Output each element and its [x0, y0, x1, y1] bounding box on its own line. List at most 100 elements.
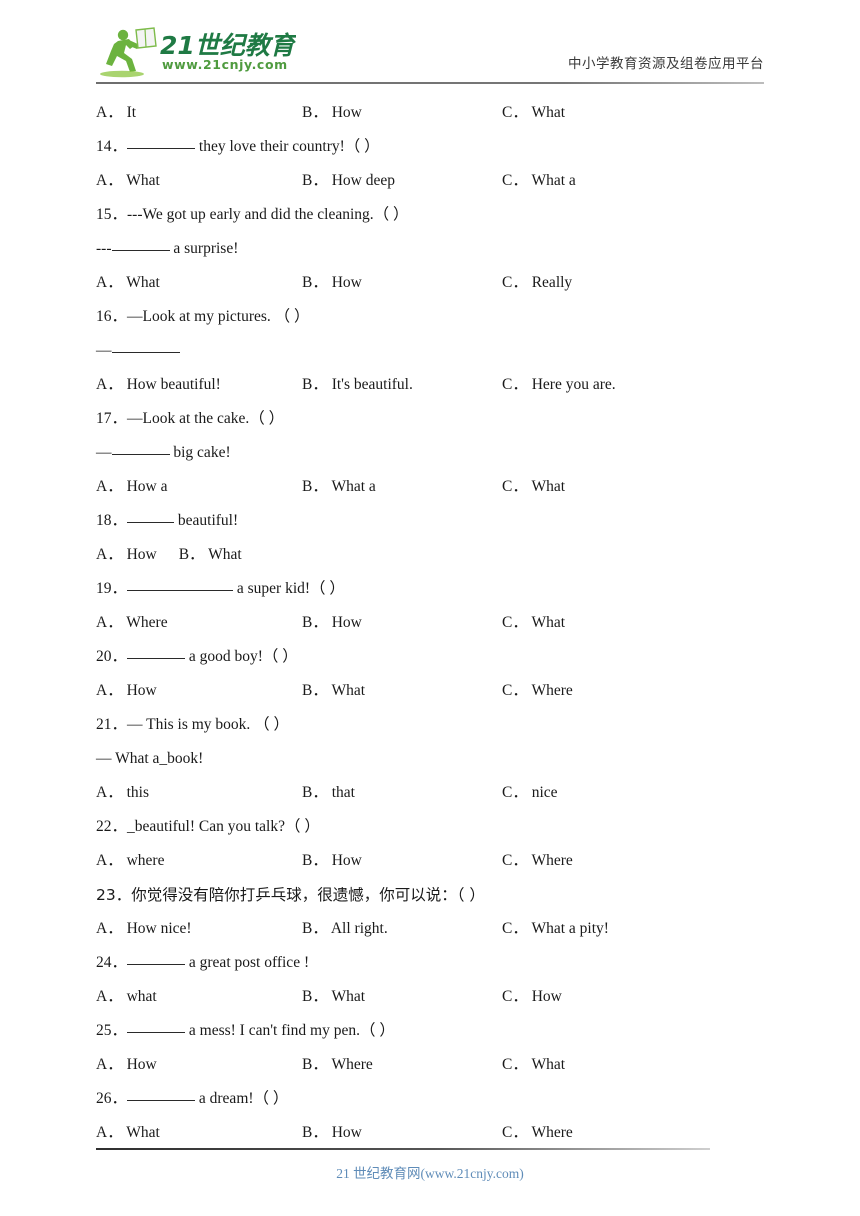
- option-choice[interactable]: A． How: [96, 538, 157, 572]
- option-choice[interactable]: B． How deep: [302, 164, 395, 198]
- option-choice[interactable]: C． What: [502, 1048, 565, 1082]
- option-choice[interactable]: A． where: [96, 844, 164, 878]
- option-choice[interactable]: C． What a pity!: [502, 912, 609, 946]
- option-letter: B．: [302, 784, 328, 801]
- question-number: —: [96, 342, 112, 359]
- option-choice[interactable]: B． What: [302, 980, 365, 1014]
- option-text: How: [327, 852, 362, 869]
- option-letter: A．: [96, 376, 123, 393]
- question-line: 16．—Look at my pictures. （ ）: [96, 300, 768, 334]
- option-text: What: [527, 478, 566, 495]
- option-letter: B．: [302, 478, 328, 495]
- option-choice[interactable]: B． What: [179, 538, 242, 572]
- option-choice[interactable]: B． How: [302, 1116, 362, 1150]
- option-choice[interactable]: B． What: [302, 674, 365, 708]
- option-letter: C．: [502, 614, 528, 631]
- option-choice[interactable]: A． It: [96, 96, 136, 130]
- option-choice[interactable]: C． nice: [502, 776, 558, 810]
- question-text: big cake!: [169, 444, 231, 461]
- option-letter: A．: [96, 172, 123, 189]
- answer-blank[interactable]: [127, 951, 186, 965]
- logo-graphic: 21世纪教育 www.21cnjy.com: [100, 27, 296, 78]
- logo-brand-text: 21世纪教育: [160, 31, 296, 60]
- option-choice[interactable]: C． What: [502, 96, 565, 130]
- answer-blank[interactable]: [111, 441, 170, 455]
- option-choice[interactable]: A． Where: [96, 606, 168, 640]
- option-choice[interactable]: C． Where: [502, 844, 573, 878]
- option-letter: B．: [302, 172, 328, 189]
- option-choice[interactable]: C． Here you are.: [502, 368, 616, 402]
- document-page: 21世纪教育 www.21cnjy.com 中小学教育资源及组卷应用平台 A． …: [0, 0, 860, 1216]
- option-letter: B．: [302, 988, 328, 1005]
- question-line: 26． a dream!（ ）: [96, 1082, 768, 1116]
- option-choice[interactable]: C． What: [502, 606, 565, 640]
- option-choice[interactable]: B． How: [302, 266, 362, 300]
- option-text: where: [122, 852, 165, 869]
- option-letter: C．: [502, 1124, 528, 1141]
- option-choice[interactable]: A． How beautiful!: [96, 368, 221, 402]
- option-choice[interactable]: A． What: [96, 164, 160, 198]
- option-choice[interactable]: C． Where: [502, 1116, 573, 1150]
- option-row: A． It B． How C． What: [96, 96, 768, 130]
- option-text: What: [122, 1124, 160, 1141]
- option-row: A． How a B． What a C． What: [96, 470, 768, 504]
- answer-blank[interactable]: [127, 1019, 186, 1033]
- option-text: What: [327, 682, 366, 699]
- option-row: A． Where B． How C． What: [96, 606, 768, 640]
- answer-blank[interactable]: [111, 237, 170, 251]
- question-text: a dream!（ ）: [195, 1090, 289, 1107]
- option-choice[interactable]: A． What: [96, 266, 160, 300]
- option-letter: B．: [302, 274, 328, 291]
- option-choice[interactable]: B． How: [302, 606, 362, 640]
- site-logo: 21世纪教育 www.21cnjy.com: [96, 26, 296, 78]
- answer-blank[interactable]: [127, 645, 186, 659]
- option-text: Where: [122, 614, 168, 631]
- option-choice[interactable]: B． How: [302, 96, 362, 130]
- option-letter: B．: [302, 1056, 328, 1073]
- logo-url-text: www.21cnjy.com: [162, 57, 288, 72]
- option-text: Really: [527, 274, 573, 291]
- question-text: a good boy!（ ）: [185, 648, 298, 665]
- answer-blank[interactable]: [127, 135, 196, 149]
- option-text: What a: [327, 478, 376, 495]
- option-choice[interactable]: A． What: [96, 1116, 160, 1150]
- footer-credit: 21 世纪教育网(www.21cnjy.com): [336, 1166, 524, 1181]
- answer-blank[interactable]: [127, 509, 175, 523]
- option-letter: A．: [96, 784, 123, 801]
- option-text: It's beautiful.: [327, 376, 413, 393]
- answer-blank[interactable]: [127, 1087, 196, 1101]
- question-text: beautiful!: [174, 512, 239, 529]
- option-text: Where: [527, 852, 573, 869]
- question-line: 21．— This is my book. （ ）: [96, 708, 768, 742]
- answer-blank[interactable]: [127, 577, 234, 591]
- option-choice[interactable]: C． Where: [502, 674, 573, 708]
- option-choice[interactable]: B． How: [302, 844, 362, 878]
- answer-blank[interactable]: [111, 339, 180, 353]
- option-row: A． What B． How deep C． What a: [96, 164, 768, 198]
- option-choice[interactable]: B． What a: [302, 470, 376, 504]
- option-choice[interactable]: C． How: [502, 980, 562, 1014]
- option-choice[interactable]: A． How: [96, 1048, 157, 1082]
- option-letter: A．: [96, 988, 123, 1005]
- option-text: It: [122, 104, 137, 121]
- option-text: that: [327, 784, 355, 801]
- option-choice[interactable]: A． this: [96, 776, 149, 810]
- question-line: 20． a good boy!（ ）: [96, 640, 768, 674]
- option-row: A． How B． Where C． What: [96, 1048, 768, 1082]
- option-letter: C．: [502, 784, 528, 801]
- option-choice[interactable]: C． What: [502, 470, 565, 504]
- option-choice[interactable]: A． How: [96, 674, 157, 708]
- option-choice[interactable]: C． What a: [502, 164, 576, 198]
- option-choice[interactable]: A． what: [96, 980, 157, 1014]
- option-choice[interactable]: C． Really: [502, 266, 572, 300]
- option-choice[interactable]: A． How nice!: [96, 912, 192, 946]
- page-header: 21世纪教育 www.21cnjy.com 中小学教育资源及组卷应用平台: [96, 26, 764, 84]
- option-choice[interactable]: B． It's beautiful.: [302, 368, 413, 402]
- option-choice[interactable]: B． All right.: [302, 912, 388, 946]
- option-choice[interactable]: B． that: [302, 776, 355, 810]
- book-icon: [135, 27, 157, 49]
- option-choice[interactable]: A． How a: [96, 470, 167, 504]
- question-line: — big cake!: [96, 436, 768, 470]
- option-choice[interactable]: B． Where: [302, 1048, 373, 1082]
- option-text: How: [122, 1056, 157, 1073]
